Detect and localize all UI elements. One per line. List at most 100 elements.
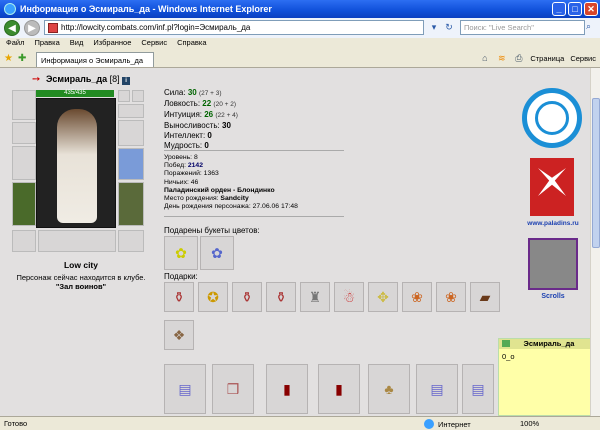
gift-item[interactable]: ♣ — [368, 364, 410, 414]
feeds-icon[interactable]: ≋ — [496, 53, 507, 64]
status-bar: Готово Интернет 100% — [0, 416, 600, 430]
character-avatar — [36, 98, 116, 228]
menu-view[interactable]: Вид — [70, 38, 84, 50]
info-order[interactable]: Паладинский орден - Блондинко — [164, 187, 298, 195]
tools-menu[interactable]: Сервис — [570, 54, 596, 63]
belt-slot[interactable] — [12, 230, 36, 252]
paladins-link[interactable]: www.paladins.ru — [522, 220, 584, 227]
ring-slot-2[interactable] — [132, 90, 144, 102]
info-level: Уровень: 8 — [164, 154, 198, 161]
gift-item[interactable]: ❒ — [212, 364, 254, 414]
back-button[interactable]: ◀ — [4, 20, 20, 36]
flower-bouquet-2[interactable]: ✿ — [200, 236, 234, 270]
note-text: 0_o — [502, 352, 515, 361]
divider — [164, 216, 344, 217]
favorites-star-icon[interactable]: ★ — [4, 53, 13, 64]
flower-bouquet-1[interactable]: ✿ — [164, 236, 198, 270]
paladins-emblem[interactable] — [530, 158, 574, 216]
helmet-slot[interactable] — [12, 90, 36, 120]
stat-label: Интеллект: — [164, 131, 206, 140]
command-bar: ⌂ ≋ ⎙ Страница Сервис — [479, 53, 596, 64]
stat-value: 0 — [207, 131, 212, 140]
vertical-scrollbar[interactable] — [590, 68, 600, 416]
flower-icon: ✿ — [175, 244, 187, 261]
paladin-order-logo[interactable] — [522, 88, 582, 148]
sticky-note[interactable]: Эсмираль_да 0_o — [498, 338, 600, 416]
location-city: Low city — [63, 260, 98, 270]
stat-label: Ловкость: — [164, 99, 201, 108]
gift-item[interactable]: ♜ — [300, 282, 330, 312]
gift-item[interactable]: ▰ — [470, 282, 500, 312]
menu-edit[interactable]: Правка — [34, 38, 59, 50]
window-titlebar: Информация о Эсмираль_да - Windows Inter… — [0, 0, 600, 18]
arrow-icon: ➙ — [32, 74, 41, 85]
paladin-face-icon — [535, 101, 569, 135]
info-birthday: День рождения персонажа: 27.06.06 17:48 — [164, 203, 298, 211]
gift-item[interactable]: ❀ — [402, 282, 432, 312]
minimize-button[interactable]: _ — [552, 2, 566, 16]
scrolls-link[interactable]: Scrolls — [522, 293, 584, 300]
refresh-icon[interactable]: ↻ — [443, 21, 455, 33]
address-input[interactable]: http://lowcity.combats.com/inf.pl?login=… — [44, 20, 424, 35]
gift-item[interactable]: ❀ — [436, 282, 466, 312]
scrolls-emblem[interactable] — [528, 238, 578, 290]
gloves-slot[interactable] — [118, 148, 144, 180]
gift-item[interactable]: ▤ — [164, 364, 206, 414]
ring-slot-1[interactable] — [118, 90, 130, 102]
gift-item[interactable]: ⚱ — [164, 282, 194, 312]
menu-bar: Файл Правка Вид Избранное Сервис Справка — [0, 38, 600, 50]
gift-flower-icon: ❀ — [411, 288, 423, 305]
gift-item[interactable]: ✥ — [368, 282, 398, 312]
scrollbar-thumb[interactable] — [592, 98, 600, 248]
close-button[interactable]: ✕ — [584, 2, 598, 16]
home-icon[interactable]: ⌂ — [479, 53, 490, 64]
tab-active[interactable]: Информация о Эсмираль_да — [36, 52, 154, 67]
tab-label: Информация о Эсмираль_да — [41, 56, 144, 65]
gift-item[interactable]: ▮ — [266, 364, 308, 414]
weapon-slot[interactable] — [12, 146, 36, 180]
maximize-button[interactable]: □ — [568, 2, 582, 16]
menu-favorites[interactable]: Избранное — [93, 38, 131, 50]
bracer-slot[interactable] — [12, 122, 36, 144]
gift-lamp-icon: ⚱ — [241, 288, 253, 305]
boots-slot[interactable] — [118, 230, 144, 252]
character-name-line: Эсмираль_да [8] i — [46, 74, 131, 85]
tab-bar: ★ ✚ Информация о Эсмираль_да ⌂ ≋ ⎙ Стран… — [0, 50, 600, 68]
stat-bonus: (27 + 3) — [198, 90, 222, 97]
note-title: Эсмираль_да — [523, 339, 575, 348]
gift-item[interactable]: ▤ — [462, 364, 494, 414]
stat-row: Интуиция: 26 (22 + 4) — [164, 110, 238, 121]
gift-book-icon: ▮ — [283, 380, 291, 397]
menu-file[interactable]: Файл — [6, 38, 24, 50]
gift-item[interactable]: ▮ — [318, 364, 360, 414]
zone-label: Интернет — [438, 419, 471, 429]
forward-button[interactable]: ▶ — [24, 20, 40, 36]
gift-item[interactable]: ✪ — [198, 282, 228, 312]
gift-item[interactable]: ▤ — [416, 364, 458, 414]
gift-item[interactable]: ⚱ — [232, 282, 262, 312]
gift-item[interactable]: ⚱ — [266, 282, 296, 312]
gift-item[interactable]: ☃ — [334, 282, 364, 312]
flower-icon: ✿ — [211, 244, 223, 261]
location-text: Персонаж сейчас находится в клубе. — [16, 273, 146, 282]
gift-item[interactable]: ❖ — [164, 320, 194, 350]
gift-basket-icon: ♣ — [384, 381, 394, 397]
misc-slot[interactable] — [38, 230, 116, 252]
menu-help[interactable]: Справка — [177, 38, 206, 50]
gifts-heading: Подарки: — [164, 272, 198, 281]
legs-slot[interactable] — [118, 182, 144, 226]
dropdown-arrow-icon[interactable]: ▾ — [428, 21, 440, 33]
amulet-slot[interactable] — [118, 104, 144, 118]
earrings-slot[interactable] — [118, 120, 144, 146]
info-icon[interactable]: i — [122, 77, 131, 85]
menu-tools[interactable]: Сервис — [141, 38, 167, 50]
search-input[interactable]: Поиск: "Live Search" — [460, 20, 585, 35]
character-level: [8] — [109, 74, 120, 84]
zoom-level[interactable]: 100% — [520, 419, 539, 428]
add-favorites-icon[interactable]: ✚ — [18, 53, 26, 64]
stat-label: Сила: — [164, 88, 186, 97]
print-icon[interactable]: ⎙ — [513, 53, 524, 64]
page-menu[interactable]: Страница — [530, 54, 564, 63]
search-icon[interactable]: ⌕ — [586, 21, 598, 33]
armor-slot[interactable] — [12, 182, 36, 226]
